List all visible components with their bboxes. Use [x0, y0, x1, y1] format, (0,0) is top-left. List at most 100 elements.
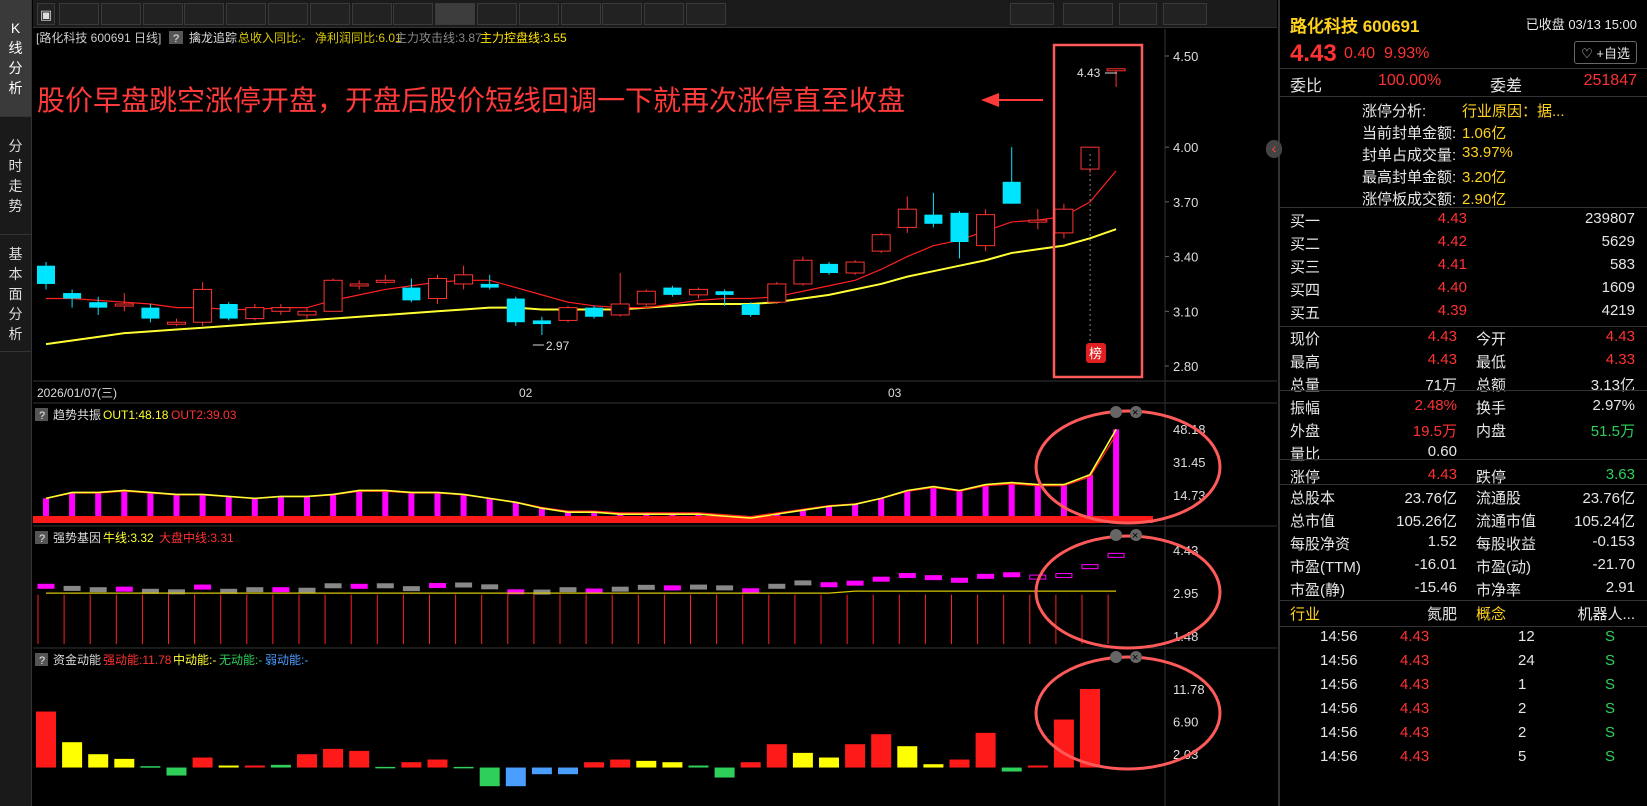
- tick-vol-4: 2: [1518, 724, 1527, 741]
- fund-val-1-0: 105.26亿: [1396, 513, 1457, 530]
- y-tick-label-2: 3.70: [1173, 195, 1198, 210]
- candle-body: [663, 287, 682, 295]
- toolbar-expand-icon[interactable]: ▣: [37, 3, 55, 25]
- capital-bar: [766, 744, 787, 768]
- candle: [141, 304, 160, 323]
- strong-marker: [1003, 572, 1021, 578]
- toolbar-right-button-3[interactable]: [1163, 3, 1207, 25]
- tick-time-2: 14:56: [1320, 676, 1358, 693]
- divider: [1280, 68, 1647, 69]
- candle: [897, 196, 917, 233]
- nav-tab-0[interactable]: K线分析: [0, 0, 31, 117]
- capital-bar: [584, 762, 605, 768]
- trend-bar: [1113, 429, 1120, 516]
- capital-bar: [845, 744, 866, 768]
- candle: [767, 282, 787, 304]
- toolbar-right-button-2[interactable]: [1119, 3, 1157, 25]
- trend-bar: [382, 490, 389, 516]
- candle-body: [428, 277, 447, 300]
- fund-key-4-1: 市净率: [1476, 582, 1522, 599]
- bid-price-0: 4.43: [1437, 210, 1467, 227]
- candle: [167, 318, 186, 326]
- limit-key-2: 封单占成交量:: [1362, 147, 1457, 164]
- strong-marker: [272, 587, 290, 593]
- candle-body: [402, 287, 421, 301]
- trend-header: ? 趋势共振 OUT1:48.18 OUT2:39.03: [35, 408, 237, 422]
- price-pct: 9.93%: [1384, 45, 1430, 62]
- strong-marker: [872, 576, 890, 582]
- indicator-name[interactable]: 擒龙追踪: [189, 30, 237, 45]
- high-label: 4.43: [1077, 66, 1101, 80]
- period-button-8[interactable]: [393, 3, 434, 25]
- candle: [532, 316, 551, 335]
- candle: [37, 262, 55, 290]
- nav-tab-char: 走: [8, 178, 23, 194]
- period-button-1[interactable]: [100, 3, 141, 25]
- stat-val-6-1: 3.63: [1605, 466, 1635, 483]
- stat-val-2-1: 3.13亿: [1590, 377, 1635, 394]
- strong-marker: [429, 583, 446, 589]
- toolbar-right-button-1[interactable]: [1063, 3, 1113, 25]
- candle-body: [89, 302, 108, 308]
- capital-bar: [819, 757, 839, 768]
- add-watch-button[interactable]: ♡ +自选: [1574, 41, 1637, 64]
- concept-label: 概念: [1476, 606, 1507, 623]
- period-button-2[interactable]: [142, 3, 183, 25]
- strong-marker: [481, 584, 499, 590]
- trend-bar: [199, 494, 206, 516]
- nav-tab-1[interactable]: 分时走势: [0, 118, 31, 235]
- period-button-15[interactable]: [686, 3, 726, 25]
- period-button-13[interactable]: [602, 3, 643, 25]
- bid-label-3: 买四: [1290, 282, 1321, 299]
- period-button-5[interactable]: [268, 3, 308, 25]
- kline-header: [路化科技 600691 日线]? 擒龙追踪 总收入同比:- 净利润同比:6.01主力…: [36, 30, 567, 45]
- period-button-7[interactable]: [351, 3, 392, 25]
- toolbar-right-button-0[interactable]: [1010, 3, 1054, 25]
- strong-marker: [246, 587, 264, 593]
- period-button-4[interactable]: [226, 3, 267, 25]
- capital-bar: [1080, 689, 1100, 768]
- candle: [1054, 203, 1074, 239]
- candle: [63, 289, 82, 308]
- candle-body: [271, 307, 291, 312]
- candle-body: [1028, 219, 1048, 223]
- strong-marker: [115, 586, 133, 592]
- trend-out1-line: [45, 428, 1117, 519]
- tick-vol-3: 2: [1518, 700, 1527, 717]
- settings-icon[interactable]: [1110, 529, 1122, 541]
- period-button-9[interactable]: [435, 3, 476, 25]
- period-button-3[interactable]: [184, 3, 225, 25]
- strong-marker: [455, 582, 473, 588]
- capital-bar: [662, 762, 683, 768]
- bid-label-0: 买一: [1290, 213, 1321, 230]
- period-button-11[interactable]: [518, 3, 559, 25]
- candle-body: [950, 212, 969, 242]
- stat-key-2-1: 总额: [1476, 377, 1507, 394]
- capital-bar: [610, 759, 631, 768]
- tick-side-5: S: [1604, 748, 1615, 765]
- period-button-0[interactable]: [59, 3, 99, 25]
- candle-body: [245, 307, 265, 320]
- candle-body: [558, 307, 578, 321]
- period-button-10[interactable]: [477, 3, 517, 25]
- settings-icon[interactable]: [1110, 406, 1122, 418]
- candle-body: [636, 290, 656, 305]
- collapse-arrow-icon[interactable]: ‹: [1266, 140, 1282, 158]
- period-button-12[interactable]: [560, 3, 601, 25]
- period-button-6[interactable]: [309, 3, 350, 25]
- stat-key-0-1: 今开: [1476, 331, 1507, 348]
- candle: [950, 211, 969, 259]
- trend-bar: [904, 490, 911, 516]
- divider: [1280, 600, 1647, 601]
- trend-bar: [43, 498, 49, 516]
- candle-body: [1106, 68, 1126, 72]
- nav-tab-2[interactable]: 基本面分析: [0, 236, 31, 352]
- capital-bar: [505, 767, 526, 787]
- weicha-value: 251847: [1583, 72, 1637, 89]
- strong-marker: [1081, 564, 1099, 570]
- settings-icon[interactable]: [1110, 651, 1122, 663]
- chart-svg[interactable]: [路化科技 600691 日线]? 擒龙追踪 总收入同比:- 净利润同比:6.01主力…: [33, 29, 1277, 806]
- period-button-14[interactable]: [644, 3, 685, 25]
- candle: [349, 280, 369, 290]
- close-glyph: ×: [1132, 530, 1138, 542]
